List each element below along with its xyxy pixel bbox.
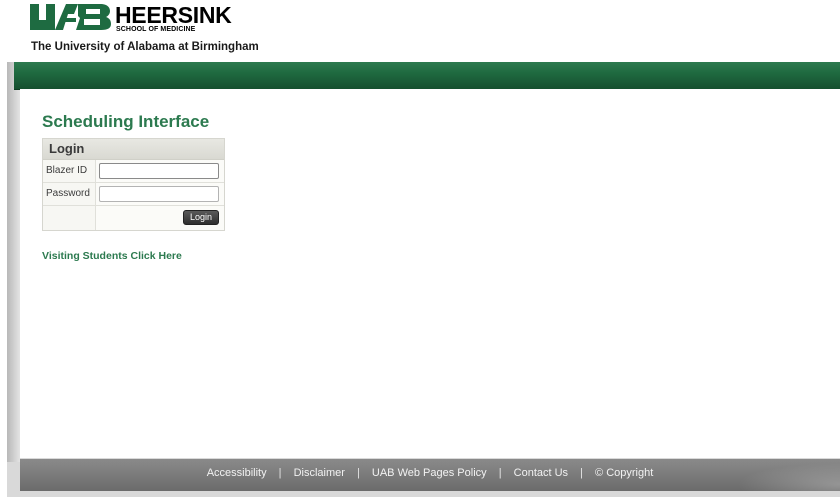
- footer-link-contact[interactable]: Contact Us: [514, 467, 568, 479]
- password-label: Password: [43, 183, 96, 205]
- footer-links: Accessibility | Disclaimer | UAB Web Pag…: [20, 459, 840, 491]
- uab-logo-mark: [30, 4, 111, 30]
- login-heading: Login: [43, 139, 224, 160]
- login-button[interactable]: Login: [182, 210, 219, 225]
- frame-shadow: [7, 62, 20, 462]
- site-footer: Accessibility | Disclaimer | UAB Web Pag…: [20, 459, 840, 491]
- footer-link-web-policy[interactable]: UAB Web Pages Policy: [372, 467, 487, 479]
- school-subtitle: SCHOOL OF MEDICINE: [116, 26, 196, 33]
- blazer-id-row: Blazer ID: [43, 160, 224, 183]
- blazer-id-cell: [96, 160, 224, 182]
- login-button-row: Login: [43, 206, 224, 230]
- empty-label-cell: [43, 206, 96, 230]
- blazer-id-label: Blazer ID: [43, 160, 96, 182]
- footer-separator: |: [498, 467, 502, 479]
- footer-link-accessibility[interactable]: Accessibility: [207, 467, 267, 479]
- uab-logo[interactable]: [30, 4, 112, 34]
- login-box: Login Blazer ID Password Login: [42, 138, 225, 231]
- footer-link-copyright[interactable]: © Copyright: [595, 467, 653, 479]
- blazer-id-input[interactable]: [99, 163, 219, 179]
- top-green-bar: [14, 62, 840, 90]
- page-title: Scheduling Interface: [42, 112, 210, 131]
- password-row: Password: [43, 183, 224, 206]
- button-cell: Login: [96, 206, 224, 230]
- password-input[interactable]: [99, 186, 219, 202]
- footer-separator: |: [278, 467, 282, 479]
- site-header: HEERSINK SCHOOL OF MEDICINE The Universi…: [0, 0, 840, 60]
- footer-separator: |: [580, 467, 583, 479]
- footer-separator: |: [356, 467, 360, 479]
- password-cell: [96, 183, 224, 205]
- school-name: HEERSINK: [115, 2, 232, 28]
- visiting-students-link[interactable]: Visiting Students Click Here: [42, 250, 182, 262]
- university-name: The University of Alabama at Birmingham: [31, 41, 259, 53]
- footer-link-disclaimer[interactable]: Disclaimer: [294, 467, 345, 479]
